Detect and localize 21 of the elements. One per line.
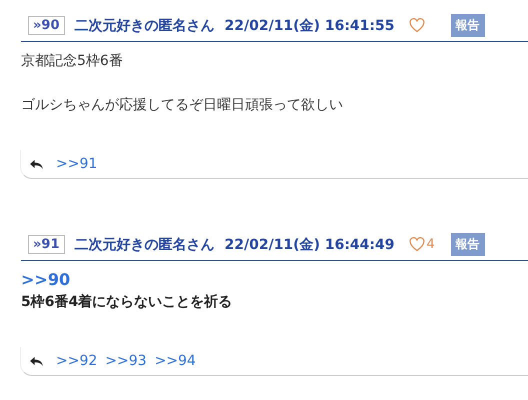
heart-icon[interactable] — [408, 18, 424, 33]
post-text: 京都記念5枠6番 — [21, 53, 123, 69]
report-button[interactable]: 報告 — [450, 233, 484, 256]
author-name: 二次元好きの匿名さん — [74, 236, 214, 254]
post-text: 5枠6番4着にならないことを祈る — [21, 294, 232, 310]
report-button[interactable]: 報告 — [450, 14, 484, 37]
heart-icon[interactable] — [408, 237, 424, 252]
post-date: 22/02/11(金) 16:41:55 — [224, 16, 394, 34]
author-name: 二次元好きの匿名さん — [74, 16, 214, 34]
reply-anchor-link[interactable]: >>90 — [21, 270, 70, 289]
post-number-link[interactable]: »90 — [28, 16, 64, 35]
reply-link[interactable]: >>93 — [105, 353, 147, 369]
reply-arrow-icon[interactable] — [29, 158, 44, 170]
reply-link[interactable]: >>92 — [56, 353, 98, 369]
post-date: 22/02/11(金) 16:44:49 — [224, 236, 394, 254]
reply-link[interactable]: >>94 — [154, 353, 196, 369]
reply-link[interactable]: >>91 — [56, 156, 98, 172]
post-number-link[interactable]: »91 — [28, 235, 64, 254]
reply-arrow-icon[interactable] — [29, 356, 44, 366]
post-text: ゴルシちゃんが応援してるぞ日曜日頑張って欲しい — [21, 97, 343, 113]
like-count: 4 — [426, 237, 435, 252]
